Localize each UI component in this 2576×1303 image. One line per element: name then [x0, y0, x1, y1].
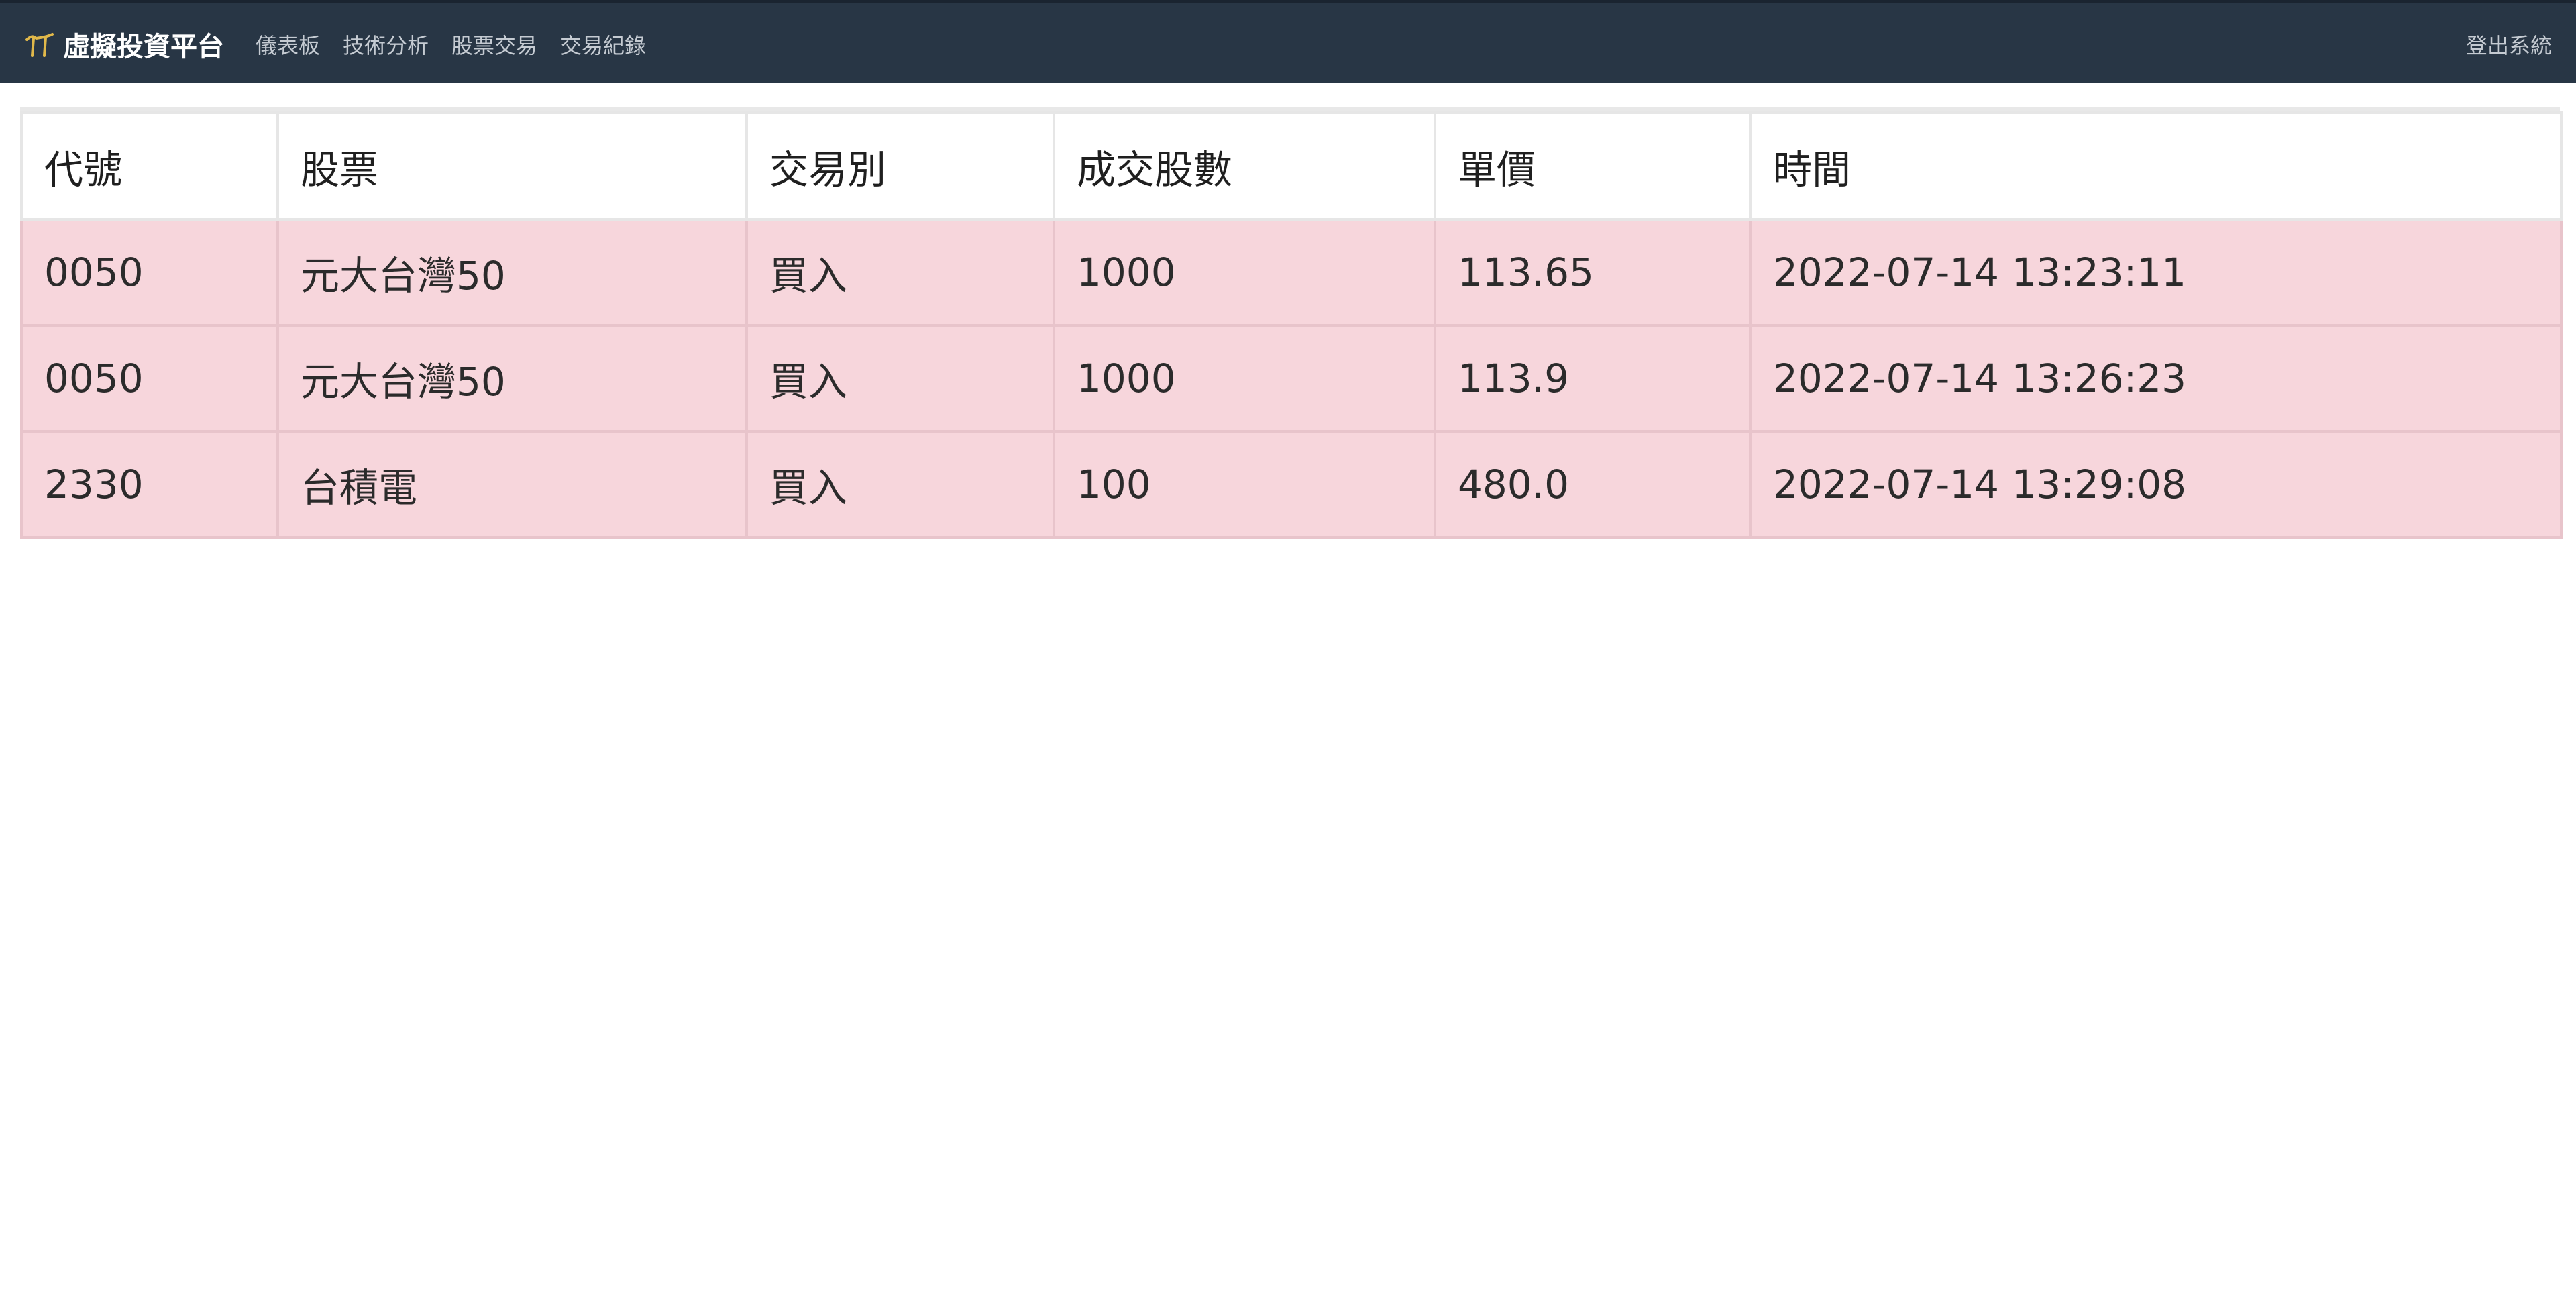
nav-links: 儀表板 技術分析 股票交易 交易紀錄: [256, 3, 669, 86]
cell-stock: 元大台灣50: [276, 218, 748, 327]
nav-link-dashboard[interactable]: 儀表板: [256, 29, 320, 60]
table-header-row: 代號 股票 交易別 成交股數 單價 時間: [20, 111, 2563, 221]
cell-trade-type: 買入: [745, 430, 1055, 539]
table-row: 0050 元大台灣50 買入 1000 113.9 2022-07-14 13:…: [20, 324, 2563, 433]
cell-time: 2022-07-14 13:23:11: [1749, 218, 2563, 327]
cell-shares: 1000: [1053, 218, 1436, 327]
brand-title: 虛擬投資平台: [63, 32, 224, 62]
column-header-stock: 股票: [276, 111, 748, 221]
cell-stock: 元大台灣50: [276, 324, 748, 433]
cell-stock: 台積電: [276, 430, 748, 539]
cell-trade-type: 買入: [745, 324, 1055, 433]
brand-link[interactable]: 虛擬投資平台: [24, 3, 224, 86]
cell-code: 0050: [20, 324, 279, 433]
cell-time: 2022-07-14 13:26:23: [1749, 324, 2563, 433]
column-header-code: 代號: [20, 111, 279, 221]
cell-shares: 1000: [1053, 324, 1436, 433]
cell-time: 2022-07-14 13:29:08: [1749, 430, 2563, 539]
column-header-time: 時間: [1749, 111, 2563, 221]
cell-code: 0050: [20, 218, 279, 327]
logout-link[interactable]: 登出系統: [2466, 29, 2552, 60]
table-row: 0050 元大台灣50 買入 1000 113.65 2022-07-14 13…: [20, 218, 2563, 327]
trade-records-table: 代號 股票 交易別 成交股數 單價 時間 0050 元大台灣50 買入 1000…: [20, 111, 2563, 539]
cell-trade-type: 買入: [745, 218, 1055, 327]
trade-records-panel: 代號 股票 交易別 成交股數 單價 時間 0050 元大台灣50 買入 1000…: [20, 107, 2563, 539]
nav-link-technical-analysis[interactable]: 技術分析: [343, 29, 429, 60]
cell-price: 113.9: [1434, 324, 1752, 433]
nav-link-stock-trading[interactable]: 股票交易: [451, 29, 537, 60]
cell-code: 2330: [20, 430, 279, 539]
top-navbar: 虛擬投資平台 儀表板 技術分析 股票交易 交易紀錄 登出系統: [0, 0, 2576, 83]
table-row: 2330 台積電 買入 100 480.0 2022-07-14 13:29:0…: [20, 430, 2563, 539]
nav-right: 登出系統: [2466, 3, 2552, 86]
cell-price: 113.65: [1434, 218, 1752, 327]
cell-shares: 100: [1053, 430, 1436, 539]
cell-price: 480.0: [1434, 430, 1752, 539]
column-header-trade-type: 交易別: [745, 111, 1055, 221]
nav-link-trade-records[interactable]: 交易紀錄: [560, 29, 646, 60]
chart-icon: [24, 30, 55, 58]
column-header-shares: 成交股數: [1053, 111, 1436, 221]
column-header-price: 單價: [1434, 111, 1752, 221]
